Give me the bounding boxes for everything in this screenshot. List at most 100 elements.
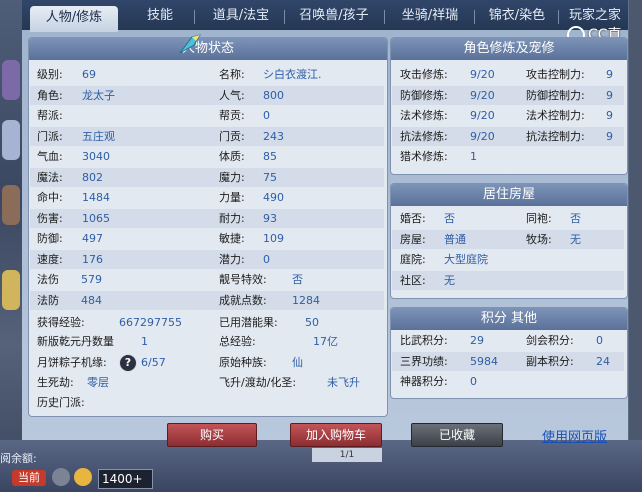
stat-left-value: 1065 <box>82 212 110 225</box>
balance-label: 阅余额: <box>0 452 37 465</box>
add-to-cart-button[interactable]: 加入购物车 <box>290 423 382 447</box>
star-icon <box>179 34 202 54</box>
stat-left-value: 1484 <box>82 191 110 204</box>
emoji-icon[interactable] <box>74 468 92 486</box>
stat-right-row: 门贡: 243 <box>219 127 284 146</box>
house-label: 庭院: <box>400 253 426 266</box>
stat-left-value: 五庄观 <box>82 130 115 143</box>
tab-bar: 人物/修炼 技能 道具/法宝 召唤兽/孩子 坐骑/祥瑞 锦衣/染色 玩家之家 <box>22 0 628 32</box>
stat-left-row: 帮派: <box>37 106 63 125</box>
tab-items[interactable]: 道具/法宝 <box>204 4 278 28</box>
total-exp-row: 总经验: 17亿 <box>219 332 338 351</box>
stat-right-value: 0 <box>263 109 270 122</box>
cultivation-value: 9/20 <box>470 109 495 122</box>
stat-left-row: 级别: 69 <box>37 65 96 84</box>
points-label: 比武积分: <box>400 334 448 347</box>
stat-left-row: 气血: 3040 <box>37 147 110 166</box>
stat-left-label: 法伤 <box>37 273 59 286</box>
stat-left-label: 防御: <box>37 232 63 245</box>
mic-icon[interactable] <box>52 468 70 486</box>
stat-left-label: 角色: <box>37 89 63 102</box>
stat-right-label: 名称: <box>219 68 245 81</box>
stat-left-label: 速度: <box>37 253 63 266</box>
points-label-2: 剑会积分: <box>526 334 574 347</box>
cultivation-label: 法术修炼: <box>400 109 448 122</box>
stat-right-row: 潜力: 0 <box>219 250 270 269</box>
exp-value: 667297755 <box>119 316 182 329</box>
stat-left-row: 速度: 176 <box>37 250 103 269</box>
stat-right-value: 490 <box>263 191 284 204</box>
stat-right-value: シ白衣渡江. <box>263 68 322 81</box>
tab-mounts[interactable]: 坐骑/祥瑞 <box>390 4 470 28</box>
used-potential-row: 已用潜能果: 50 <box>219 313 319 332</box>
stat-left-value: 龙太子 <box>82 89 115 102</box>
stat-right-label: 耐力: <box>219 212 245 225</box>
stat-right-value: 93 <box>263 212 277 225</box>
favorited-button[interactable]: 已收藏 <box>411 423 503 447</box>
tab-character[interactable]: 人物/修炼 <box>30 6 118 32</box>
stat-right-row: 人气: 800 <box>219 86 284 105</box>
points-value: 5984 <box>470 355 498 368</box>
exp-label: 获得经验: <box>37 316 85 329</box>
character-portrait-4 <box>2 270 20 310</box>
house-label: 房屋: <box>400 233 426 246</box>
stat-right-value: 0 <box>263 253 270 266</box>
stat-right-row: 帮贡: 0 <box>219 106 270 125</box>
cultivation-label-2: 防御控制力: <box>526 89 585 102</box>
stat-left-label: 门派: <box>37 130 63 143</box>
stat-right-value: 75 <box>263 171 277 184</box>
tab-skills[interactable]: 技能 <box>132 4 188 28</box>
cultivation-value-2: 9 <box>606 130 613 143</box>
chat-input[interactable]: 1400+ <box>98 469 153 489</box>
house-label: 婚否: <box>400 212 426 225</box>
tab-pets[interactable]: 召唤兽/孩子 <box>288 4 380 28</box>
history-row: 历史门派: <box>37 393 85 412</box>
tab-costume[interactable]: 锦衣/染色 <box>480 4 554 28</box>
points-value-2: 0 <box>596 334 603 347</box>
stat-left-row: 防御: 497 <box>37 229 103 248</box>
stat-left-value: 3040 <box>82 150 110 163</box>
stat-left-row: 角色: 龙太子 <box>37 86 115 105</box>
cultivation-label: 猎术修炼: <box>400 150 448 163</box>
ascend-value: 未飞升 <box>327 376 360 389</box>
help-icon[interactable]: ? <box>119 354 137 372</box>
stat-left-value: 802 <box>82 171 103 184</box>
stat-right-row: 耐力: 93 <box>219 209 277 228</box>
row-stripe <box>392 271 624 290</box>
stat-left-value: 579 <box>81 273 102 286</box>
game-background-right <box>628 0 642 492</box>
game-bottom-bar: 阅余额: 1/1 当前 1400+ <box>0 440 642 492</box>
stat-left-row: 魔法: 802 <box>37 168 103 187</box>
stat-right-row: 力量: 490 <box>219 188 284 207</box>
stat-left-label: 伤害: <box>37 212 63 225</box>
buy-button[interactable]: 购买 <box>167 423 257 447</box>
life-row: 生死劫: 零层 <box>37 373 109 392</box>
points-label: 神器积分: <box>400 375 448 388</box>
cultivation-value: 9/20 <box>470 130 495 143</box>
cultivation-label-2: 法术控制力: <box>526 109 585 122</box>
exp-row: 获得经验: 667297755 <box>37 313 182 332</box>
web-version-link[interactable]: 使用网页版 <box>542 426 607 445</box>
total-exp-label: 总经验: <box>219 335 256 348</box>
house-value-2: 否 <box>570 212 581 225</box>
stat-left-row: 伤害: 1065 <box>37 209 110 228</box>
stat-right-value: 243 <box>263 130 284 143</box>
cultivation-value-2: 9 <box>606 89 613 102</box>
cultivation-label-2: 攻击控制力: <box>526 68 585 81</box>
stat-right-value: 109 <box>263 232 284 245</box>
stat-right-label: 敏捷: <box>219 232 245 245</box>
stat-left-label: 命中: <box>37 191 63 204</box>
tab-separator <box>194 10 195 24</box>
tab-separator <box>558 10 559 24</box>
stat-right-value: 1284 <box>292 294 320 307</box>
stat-left-label: 法防 <box>37 294 59 307</box>
stat-right-value: 否 <box>292 273 303 286</box>
house-label: 社区: <box>400 274 426 287</box>
character-portrait-3 <box>2 185 20 225</box>
ascend-row: 飞升/渡劫/化圣: 未飞升 <box>219 373 360 392</box>
stat-right-row: 魔力: 75 <box>219 168 277 187</box>
stat-right-label: 潜力: <box>219 253 245 266</box>
stat-right-label: 力量: <box>219 191 245 204</box>
character-portrait-1 <box>2 60 20 100</box>
current-channel-button[interactable]: 当前 <box>12 470 46 486</box>
